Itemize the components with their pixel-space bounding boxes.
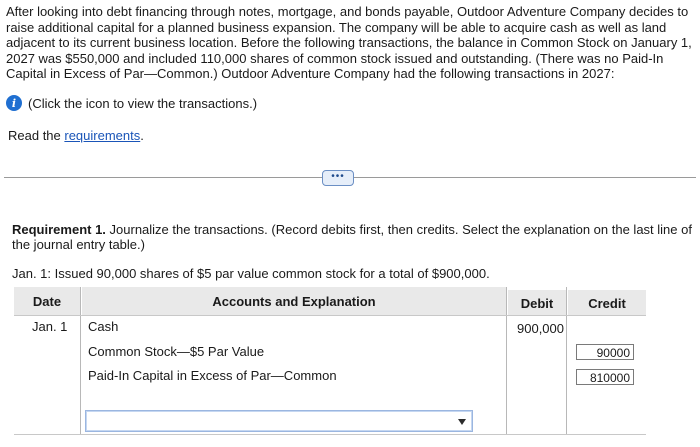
info-icon[interactable]: i (6, 95, 22, 111)
transactions-info-row[interactable]: i (Click the icon to view the transactio… (6, 94, 257, 112)
grid-line (506, 287, 507, 435)
read-requirements: Read the requirements. (8, 128, 144, 143)
journal-entry-table: Date Accounts and Explanation Debit Cred… (14, 287, 646, 435)
grid-line (566, 287, 567, 435)
credit-common-stock-input[interactable]: 90000 (576, 344, 634, 360)
debit-cash[interactable]: 900,000 (508, 321, 564, 336)
row-date: Jan. 1 (32, 319, 68, 334)
problem-description: After looking into debt financing throug… (6, 4, 692, 81)
header-date: Date (14, 287, 80, 315)
grid-line (14, 434, 646, 435)
expand-more-button[interactable]: ••• (322, 170, 354, 186)
grid-line (14, 315, 646, 316)
explanation-select[interactable] (85, 410, 473, 432)
account-common-stock[interactable]: Common Stock—$5 Par Value (88, 344, 264, 359)
account-cash[interactable]: Cash (88, 319, 118, 334)
header-credit: Credit (568, 290, 646, 316)
account-paid-in-capital[interactable]: Paid-In Capital in Excess of Par—Common (88, 368, 337, 383)
header-debit: Debit (508, 290, 566, 316)
view-transactions-text: (Click the icon to view the transactions… (28, 95, 258, 111)
read-suffix: . (140, 128, 144, 143)
credit-paid-in-capital-input[interactable]: 810000 (576, 369, 634, 385)
requirement-text: Journalize the transactions. (Record deb… (12, 222, 692, 252)
chevron-down-icon[interactable] (458, 419, 466, 425)
transaction-text: Jan. 1: Issued 90,000 shares of $5 par v… (12, 266, 490, 281)
grid-line (80, 287, 81, 435)
header-accounts: Accounts and Explanation (82, 287, 506, 315)
requirements-link[interactable]: requirements (64, 128, 140, 143)
requirement-title: Requirement 1. (12, 222, 106, 237)
requirement-instructions: Requirement 1. Journalize the transactio… (12, 222, 692, 252)
read-prefix: Read the (8, 128, 65, 143)
